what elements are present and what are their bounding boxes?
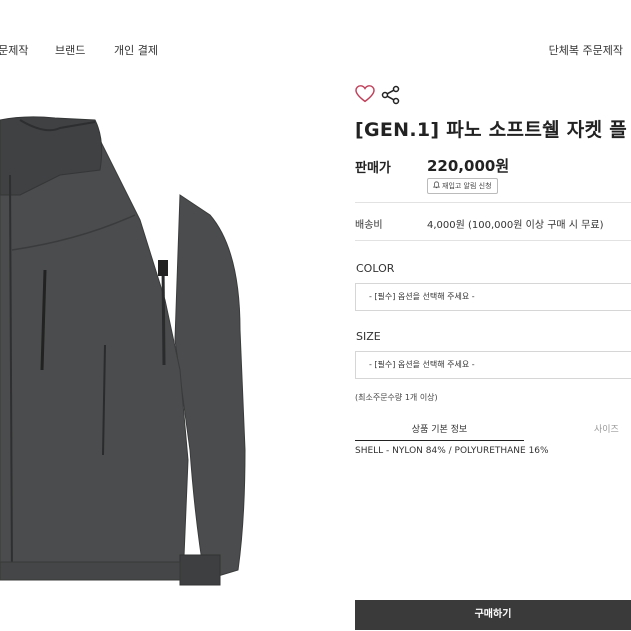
nav-item-personal-payment[interactable]: 개인 결제 [114,42,158,58]
divider [355,240,631,241]
price-value: 220,000원 [427,157,510,175]
shipping-label: 배송비 [355,220,383,231]
size-select[interactable]: - [필수] 옵션을 선택해 주세요 - [355,351,631,379]
min-quantity-note: (최소주문수량 1개 이상) [355,393,438,402]
product-title: [GEN.1] 파노 소프트쉘 자켓 플 [355,119,628,141]
color-select[interactable]: - [필수] 옵션을 선택해 주세요 - [355,283,631,311]
restock-alert-button[interactable]: 재입고 알림 신청 [427,178,498,194]
restock-alert-label: 재입고 알림 신청 [442,182,492,190]
color-option-label: COLOR [356,262,395,275]
nav-item-custom-order[interactable]: 주문제작 [0,42,28,58]
price-label: 판매가 [355,161,391,176]
nav-item-group-order[interactable]: 단체복 주문제작 [549,42,623,58]
tab-basic-info[interactable]: 상품 기본 정보 [355,422,524,441]
product-image [0,100,345,631]
size-option-label: SIZE [356,330,381,343]
bell-icon [433,181,440,189]
top-nav: 주문제작 브랜드 개인 결제 단체복 주문제작 [0,0,631,100]
material-spec: SHELL - NYLON 84% / POLYURETHANE 16% [355,446,549,456]
jacket-photo [0,116,246,586]
nav-item-brand[interactable]: 브랜드 [55,42,85,58]
heart-icon[interactable] [355,85,375,103]
buy-button[interactable]: 구매하기 [355,600,631,630]
tab-size[interactable]: 사이즈 [594,422,619,435]
divider [355,202,631,203]
shipping-value: 4,000원 (100,000원 이상 구매 시 무료) [427,220,604,231]
share-icon[interactable] [381,85,401,105]
